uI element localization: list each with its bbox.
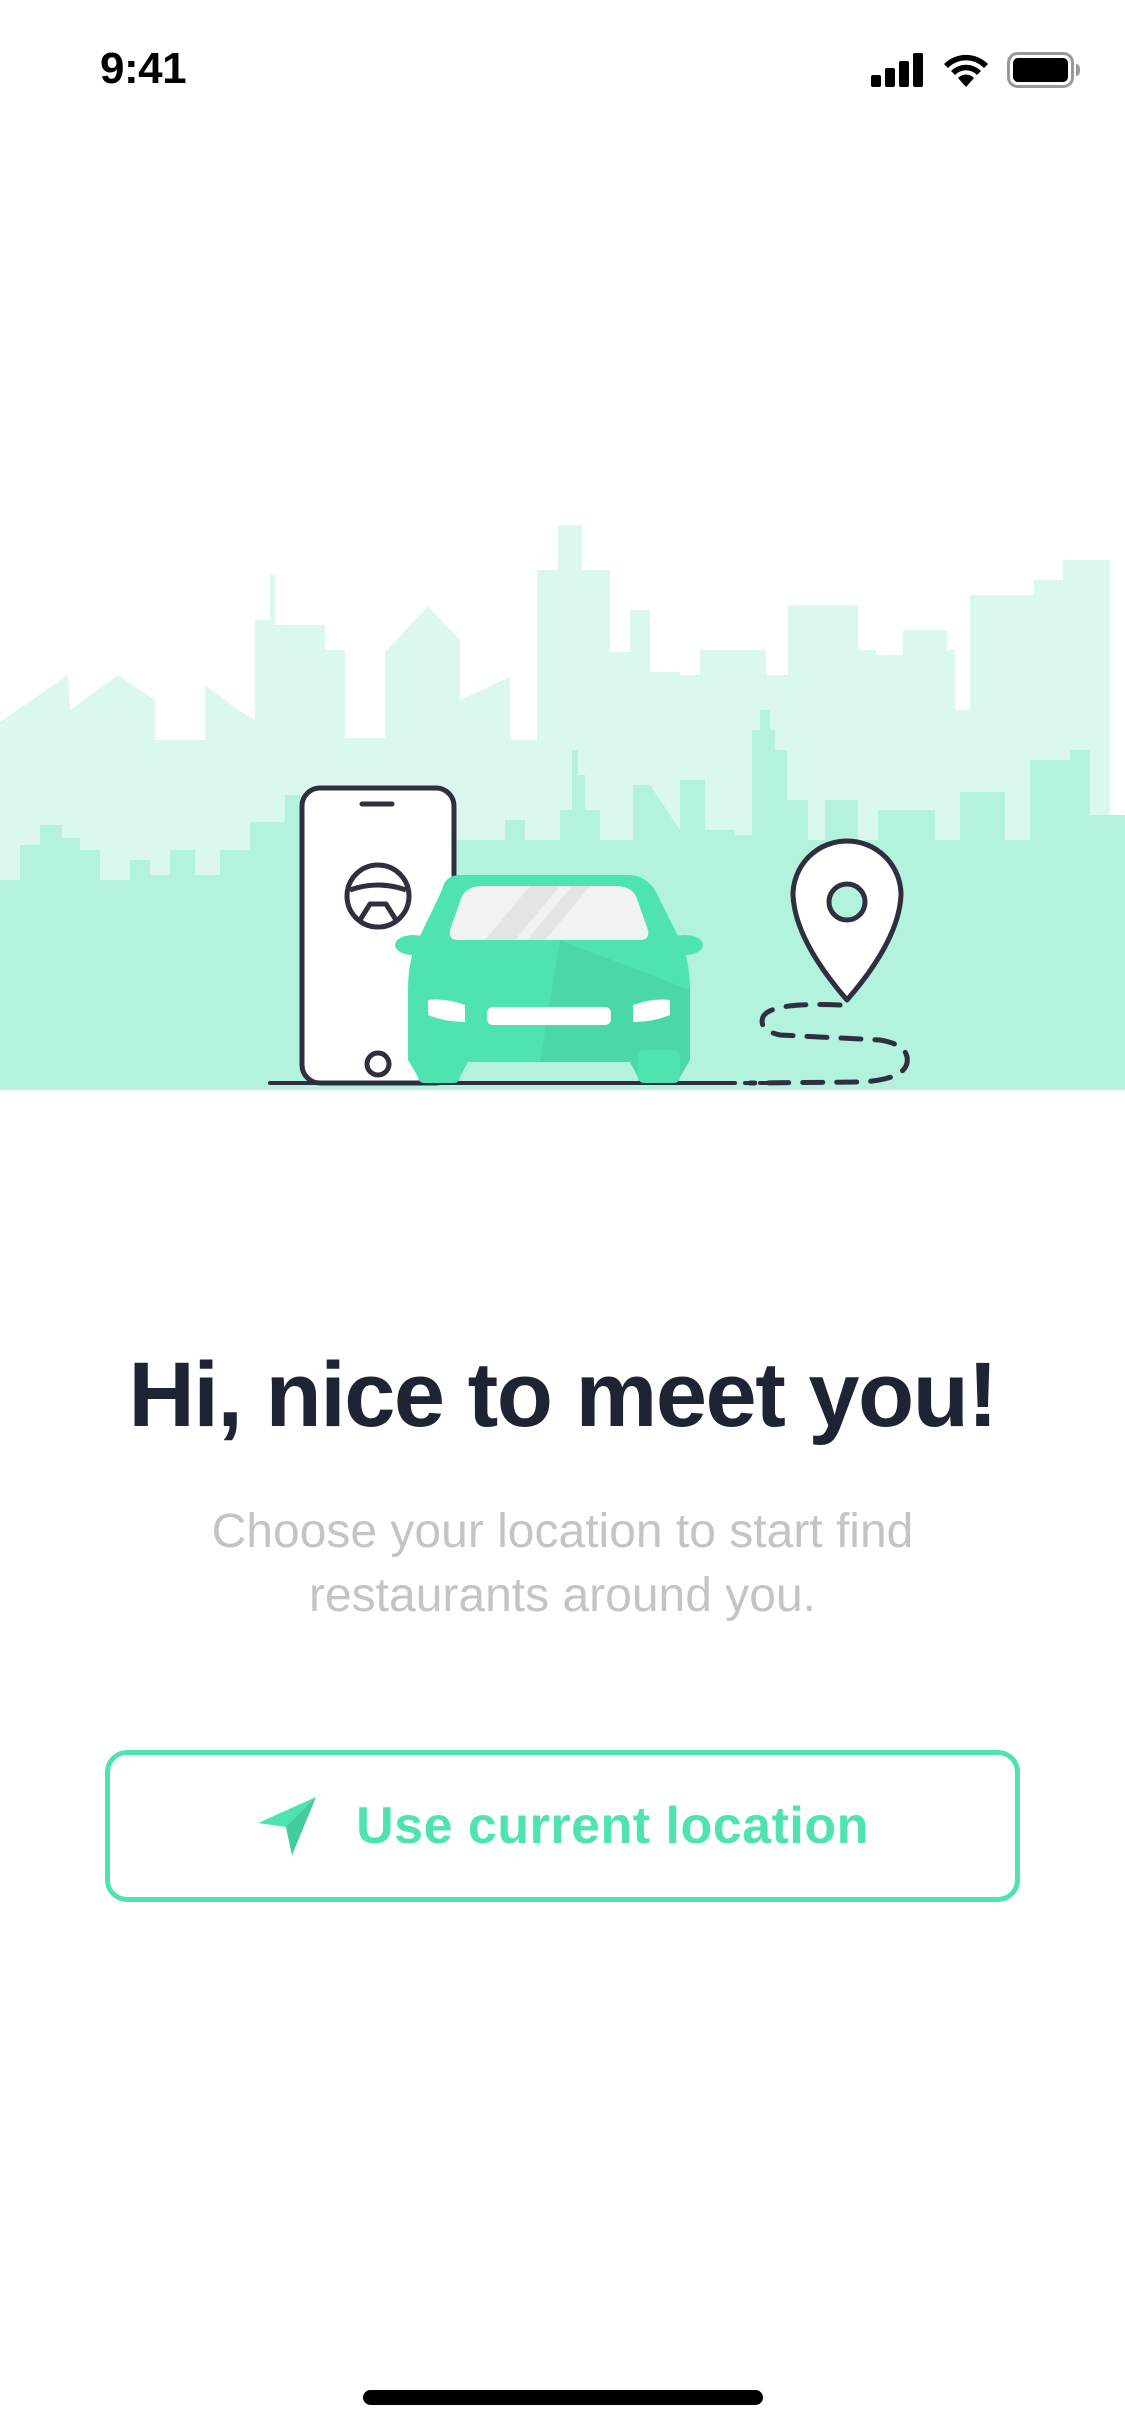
battery-icon (1007, 52, 1081, 88)
car-icon (395, 875, 703, 1083)
use-current-location-label: Use current location (356, 1797, 869, 1855)
cellular-signal-icon (871, 53, 925, 87)
page-title: Hi, nice to meet you! (128, 1344, 998, 1446)
home-indicator[interactable] (363, 2390, 763, 2405)
hero-illustration (0, 510, 1125, 1090)
navigation-arrow-icon (256, 1795, 318, 1857)
status-time: 9:41 (100, 44, 187, 93)
page-subtitle: Choose your location to start find resta… (211, 1505, 914, 1622)
status-icons (871, 50, 1081, 90)
use-current-location-button[interactable]: Use current location (105, 1750, 1020, 1902)
wifi-icon (943, 53, 989, 87)
location-onboarding-screen: 9:41 Hi, nice to meet you! Choose your l… (0, 0, 1125, 2436)
city-car-illustration (0, 525, 1125, 1090)
status-bar: 9:41 (0, 0, 1125, 140)
